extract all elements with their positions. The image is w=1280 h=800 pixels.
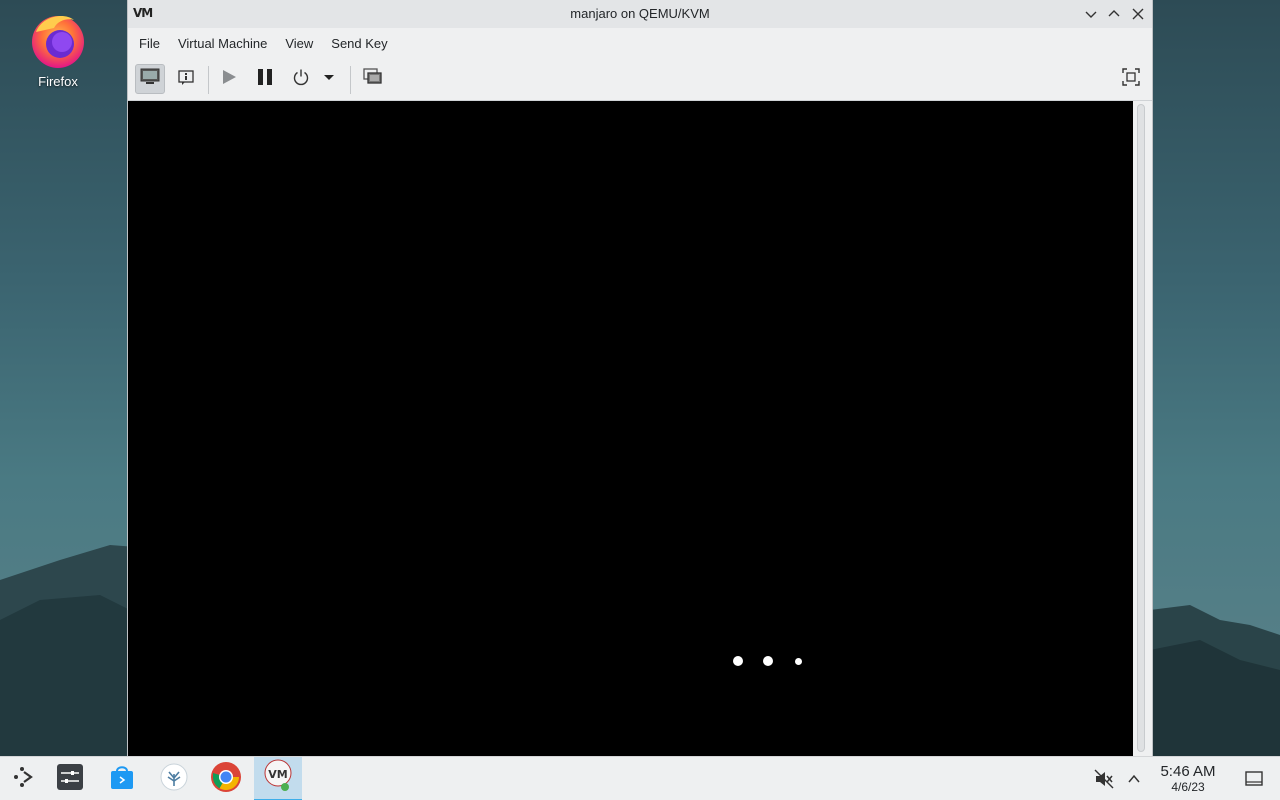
toolbar	[128, 58, 1152, 101]
tray-expand-icon[interactable]	[1127, 772, 1141, 791]
console-icon	[140, 68, 160, 91]
firefox-icon	[28, 10, 88, 70]
toolbar-separator	[208, 66, 209, 94]
virt-manager-icon: VM	[263, 759, 293, 798]
system-settings-icon	[56, 763, 84, 796]
taskbar-discover[interactable]	[98, 757, 146, 800]
taskbar-virt-manager[interactable]: VM	[254, 757, 302, 800]
title-bar[interactable]: VM manjaro on QEMU/KVM	[128, 0, 1152, 28]
console-button[interactable]	[135, 64, 165, 94]
fullscreen-button[interactable]	[1116, 64, 1146, 94]
snapshots-button[interactable]	[358, 64, 388, 94]
fullscreen-icon	[1122, 67, 1140, 91]
vm-console-window: VM manjaro on QEMU/KVM File Virtual Mach…	[127, 0, 1153, 756]
loading-dot	[763, 656, 773, 666]
maximize-icon[interactable]	[1105, 5, 1123, 23]
power-menu-chevron-icon	[323, 70, 335, 88]
snapshots-icon	[363, 67, 383, 91]
details-icon	[177, 68, 195, 91]
taskbar-kde-connect[interactable]	[150, 757, 198, 800]
discover-store-icon	[108, 763, 136, 796]
menu-view[interactable]: View	[278, 36, 320, 51]
clock-date: 4/6/23	[1171, 780, 1205, 794]
run-button[interactable]	[214, 64, 244, 94]
taskbar-chrome[interactable]	[202, 757, 250, 800]
window-title: manjaro on QEMU/KVM	[570, 6, 710, 21]
details-button[interactable]	[171, 64, 201, 94]
shutdown-button[interactable]	[286, 64, 316, 94]
menu-bar: File Virtual Machine View Send Key	[128, 28, 1152, 58]
loading-dot	[733, 656, 743, 666]
show-desktop-icon[interactable]	[1245, 771, 1263, 792]
taskbar-system-settings[interactable]	[46, 757, 94, 800]
menu-file[interactable]: File	[132, 36, 167, 51]
toolbar-separator	[350, 66, 351, 94]
audio-muted-icon[interactable]	[1094, 769, 1114, 794]
clock-time: 5:46 AM	[1160, 763, 1216, 780]
close-icon[interactable]	[1129, 5, 1147, 23]
menu-send-key[interactable]: Send Key	[324, 36, 394, 51]
vm-display[interactable]	[128, 101, 1133, 756]
desktop-icon-firefox[interactable]: Firefox	[18, 10, 98, 89]
pause-icon	[256, 68, 274, 91]
minimize-icon[interactable]	[1082, 5, 1100, 23]
svg-text:VM: VM	[268, 768, 287, 781]
kde-connect-icon	[159, 762, 189, 797]
taskbar: VM 5:46 AM 4/6/23	[0, 756, 1280, 800]
shutdown-menu-button[interactable]	[318, 64, 340, 94]
desktop-icon-label: Firefox	[38, 74, 78, 89]
loading-dot	[795, 658, 802, 665]
digital-clock[interactable]: 5:46 AM 4/6/23	[1150, 763, 1226, 794]
app-launcher-button[interactable]	[0, 757, 48, 800]
chrome-icon	[210, 761, 242, 798]
vertical-scrollbar[interactable]	[1137, 104, 1145, 752]
app-launcher-icon	[11, 764, 37, 795]
power-icon	[292, 68, 310, 91]
run-icon	[220, 68, 238, 91]
menu-virtual-machine[interactable]: Virtual Machine	[171, 36, 274, 51]
pause-button[interactable]	[250, 64, 280, 94]
